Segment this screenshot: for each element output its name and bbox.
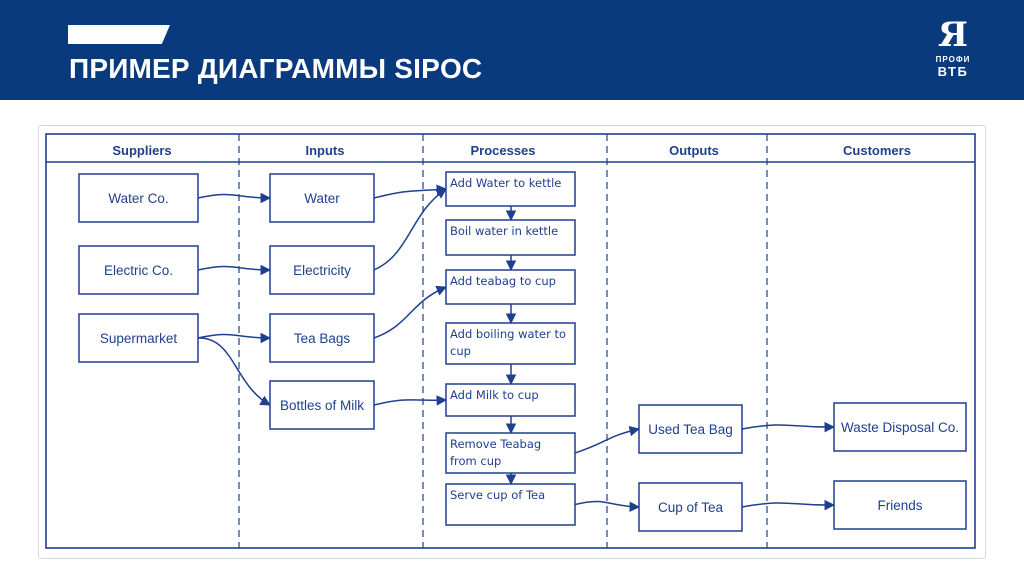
box-label: Remove Teabag — [450, 437, 541, 451]
process-serve-cup-of-tea: Serve cup of Tea — [445, 483, 576, 526]
box-label: Waste Disposal Co. — [841, 420, 959, 435]
box-label: Bottles of Milk — [280, 398, 364, 413]
flow-arrow-bottles-of-milk-to-add-milk-to-cup — [373, 395, 448, 406]
customer-friends: Friends — [833, 480, 967, 530]
flow-arrow-supermarket-to-bottles-of-milk — [197, 337, 271, 406]
column-header-customers: Customers — [843, 143, 911, 158]
process-boil-water-in-kettle: Boil water in kettle — [445, 219, 576, 256]
sipoc-diagram: Suppliers Inputs Processes Outputs Customers… — [45, 133, 976, 549]
flow-arrow-cup-of-tea-to-friends — [741, 499, 836, 511]
output-used-tea-bag: Used Tea Bag — [638, 404, 743, 454]
column-header-suppliers: Suppliers — [112, 143, 171, 158]
flow-arrow-electricity-to-add-water-to-kettle — [373, 188, 447, 271]
input-electricity: Electricity — [269, 245, 375, 295]
flow-arrow-water-to-add-water-to-kettle — [373, 184, 448, 199]
box-label: Electric Co. — [104, 263, 173, 278]
process-add-teabag-to-cup: Add teabag to cup — [445, 269, 576, 305]
supplier-supermarket: Supermarket — [78, 313, 199, 363]
supplier-water-co: Water Co. — [78, 173, 199, 223]
process-add-milk-to-cup: Add Milk to cup — [445, 383, 576, 417]
box-label: Electricity — [293, 263, 351, 278]
box-label: Cup of Tea — [658, 500, 724, 515]
box-label: Add Milk to cup — [450, 388, 539, 402]
supplier-electric-co: Electric Co. — [78, 245, 199, 295]
flow-arrow-supermarket-to-tea-bags — [197, 332, 272, 344]
box-label: Serve cup of Tea — [450, 488, 545, 502]
box-label: Supermarket — [100, 331, 178, 346]
box-label: Boil water in kettle — [450, 224, 558, 238]
customer-waste-disposal-co: Waste Disposal Co. — [833, 402, 967, 452]
box-label: Used Tea Bag — [648, 422, 733, 437]
input-tea-bags: Tea Bags — [269, 313, 375, 363]
flow-arrow-tea-bags-to-add-teabag-to-cup — [373, 285, 447, 339]
box-label: Friends — [877, 498, 922, 513]
box-label: Water Co. — [108, 191, 168, 206]
box-label: Water — [304, 191, 340, 206]
input-water: Water — [269, 173, 375, 223]
flow-arrow-electric-co-to-electricity — [197, 264, 272, 276]
process-add-boiling-water-to-cup: Add boiling water to cup — [445, 322, 576, 365]
column-header-processes: Processes — [470, 143, 535, 158]
output-cup-of-tea: Cup of Tea — [638, 482, 743, 532]
box-label: cup — [450, 344, 471, 358]
input-bottles-of-milk: Bottles of Milk — [269, 380, 375, 430]
column-header-inputs: Inputs — [306, 143, 345, 158]
box-label: from cup — [450, 454, 501, 468]
box-label: Tea Bags — [294, 331, 351, 346]
flow-arrow-water-co-to-water — [197, 192, 272, 204]
box-label: Add boiling water to — [450, 327, 566, 341]
column-header-outputs: Outputs — [669, 143, 719, 158]
process-remove-teabag-from-cup: Remove Teabag from cup — [445, 432, 576, 474]
box-label: Add teabag to cup — [450, 274, 556, 288]
flow-arrow-used-tea-bag-to-waste-disposal-co — [741, 421, 836, 433]
box-label: Add Water to kettle — [450, 176, 561, 190]
process-add-water-to-kettle: Add Water to kettle — [445, 171, 576, 207]
